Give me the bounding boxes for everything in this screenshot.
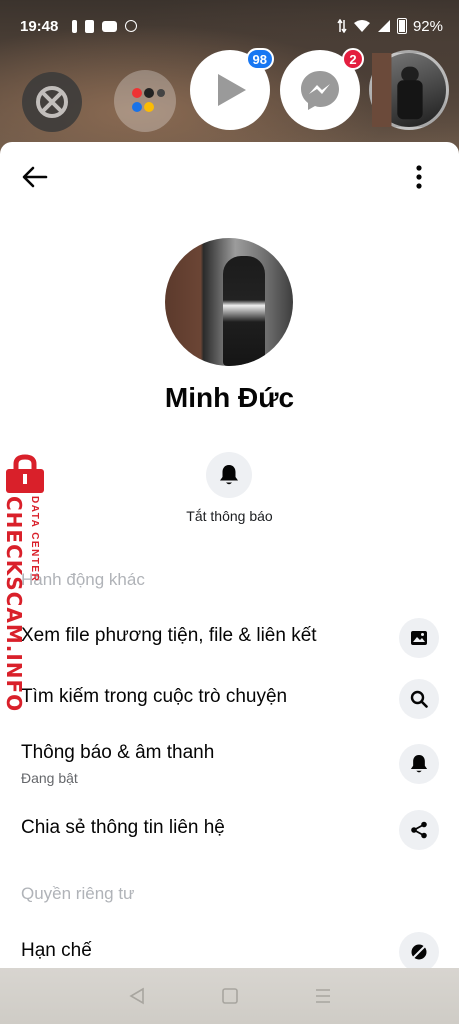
profile-photo-figure	[223, 256, 265, 366]
video-badge: 98	[245, 48, 274, 70]
status-bar: 19:48 92%	[0, 0, 459, 52]
messenger-status-icon	[125, 20, 138, 32]
messenger-icon	[301, 71, 339, 110]
menu-item-label: Chia sẻ thông tin liên hệ	[21, 817, 225, 838]
status-time: 19:48	[20, 17, 59, 35]
bell-icon	[220, 465, 238, 485]
mute-button[interactable]	[206, 452, 252, 498]
watermark-sub: DATA CENTER	[29, 496, 40, 583]
square-home-icon	[221, 988, 238, 1004]
menu-item-restrict[interactable]: Hạn chế	[0, 922, 459, 968]
chat-heads-row: 98 2	[0, 48, 459, 132]
watermark: CHECKSCAM.INFO DATA CENTER	[0, 452, 50, 712]
menu-item-label: Hạn chế	[21, 940, 92, 961]
messenger-bubble[interactable]: 2	[280, 48, 364, 130]
nav-home-button[interactable]	[218, 984, 242, 1008]
battery-icon	[396, 18, 407, 34]
status-right: 92%	[337, 18, 443, 35]
alert-icon	[72, 19, 78, 33]
wifi-icon	[353, 20, 370, 32]
back-button[interactable]	[18, 162, 52, 192]
profile-avatar[interactable]	[165, 238, 293, 366]
notification-icons	[72, 19, 138, 33]
mute-label: Tắt thông báo	[186, 508, 273, 524]
menu-lines-icon	[315, 989, 330, 1003]
triangle-back-icon	[128, 987, 144, 1005]
bell-icon	[399, 744, 439, 784]
nav-recents-button[interactable]	[311, 984, 335, 1008]
more-options-button[interactable]	[409, 162, 429, 192]
settings-bubble[interactable]	[22, 72, 82, 132]
app-folder-icon	[132, 88, 165, 112]
menu-item-search-chat[interactable]: Tìm kiếm trong cuộc trò chuyện	[0, 671, 459, 727]
battery-percent: 92%	[412, 17, 443, 35]
menu-item-view-media[interactable]: Xem file phương tiện, file & liên kết	[0, 610, 459, 666]
arrow-left-icon	[22, 166, 48, 188]
top-bar	[0, 142, 459, 212]
notifications-status: Đang bật	[21, 770, 78, 786]
play-icon	[218, 74, 246, 106]
profile-name: Minh Đức	[164, 382, 295, 413]
contact-chat-head[interactable]	[369, 50, 449, 130]
youtube-icon	[102, 20, 118, 32]
messenger-badge: 2	[342, 48, 364, 70]
padlock-icon	[6, 454, 44, 493]
signal-icon	[377, 20, 390, 32]
search-icon	[399, 679, 439, 719]
menu-item-label: Xem file phương tiện, file & liên kết	[21, 625, 317, 646]
menu-item-notifications[interactable]: Thông báo & âm thanh Đang bật	[0, 738, 459, 798]
phone-icon	[85, 19, 95, 33]
menu-item-label: Thông báo & âm thanh	[21, 742, 215, 763]
system-nav-bar	[0, 968, 459, 1024]
more-vertical-icon	[416, 165, 422, 189]
contact-avatar-image	[372, 53, 423, 127]
section-title-privacy: Quyền riêng tư	[21, 884, 135, 903]
nav-back-button[interactable]	[125, 984, 149, 1008]
video-bubble[interactable]: 98	[190, 48, 274, 130]
app-folder-bubble[interactable]	[114, 70, 176, 132]
watermark-main: CHECKSCAM.INFO	[2, 496, 26, 713]
share-icon	[399, 810, 439, 850]
menu-item-share-contact[interactable]: Chia sẻ thông tin liên hệ	[0, 802, 459, 858]
data-arrows-icon	[337, 19, 347, 33]
menu-item-label: Tìm kiếm trong cuộc trò chuyện	[21, 686, 288, 707]
gear-icon	[36, 86, 68, 118]
conversation-details-sheet: Minh Đức Tắt thông báo Hành động khác Xe…	[0, 142, 459, 968]
image-icon	[399, 618, 439, 658]
restrict-icon	[399, 932, 439, 968]
